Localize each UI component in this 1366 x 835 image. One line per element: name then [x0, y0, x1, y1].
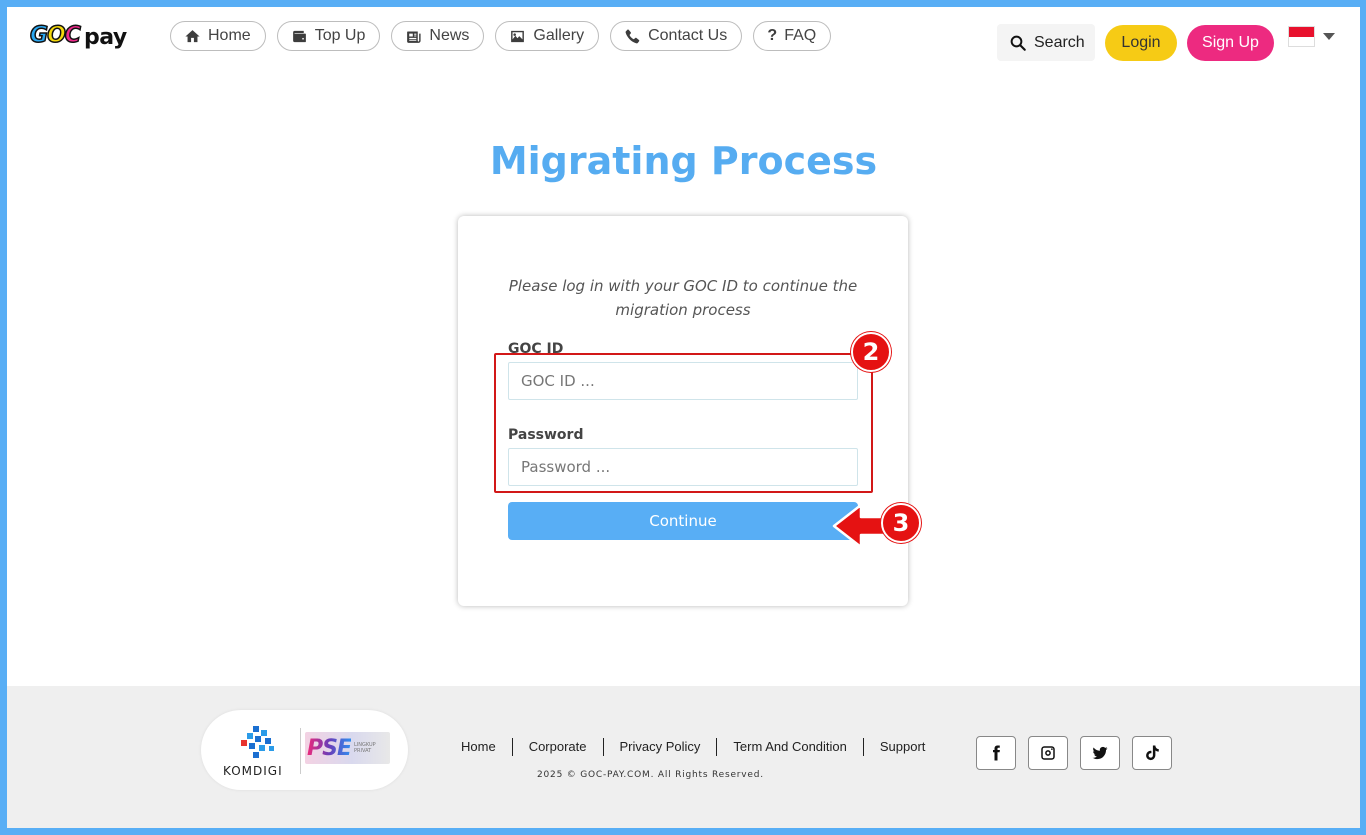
twitter-button[interactable]	[1080, 736, 1120, 770]
nav-gallery-label: Gallery	[533, 27, 585, 44]
chevron-down-icon[interactable]	[1323, 33, 1335, 40]
nav-gallery[interactable]: Gallery	[495, 21, 600, 51]
login-button[interactable]: Login	[1105, 25, 1177, 61]
pse-logo: PSE LINGKUP PRIVAT	[305, 732, 390, 764]
facebook-icon	[993, 745, 1000, 761]
intro-text: Please log in with your GOC ID to contin…	[508, 277, 858, 319]
nav-faq[interactable]: ? FAQ	[753, 21, 832, 51]
main-nav: Home Top Up News Gallery Contact Us ? FA…	[170, 21, 832, 51]
nav-contact-us-label: Contact Us	[648, 27, 728, 44]
footer-link-support[interactable]: Support	[864, 738, 942, 756]
search-label: Search	[1034, 33, 1085, 51]
step-badge-2: 2	[851, 332, 891, 372]
password-input[interactable]	[508, 448, 858, 486]
nav-home[interactable]: Home	[170, 21, 266, 51]
newspaper-icon	[407, 31, 421, 43]
page-title: Migrating Process	[489, 139, 878, 183]
tiktok-button[interactable]	[1132, 736, 1172, 770]
gocpay-logo[interactable]: GOC pay	[29, 21, 130, 55]
phone-icon	[625, 28, 640, 43]
browser-viewport: GOC pay Home Top Up News Gallery Contact…	[7, 7, 1360, 828]
continue-button[interactable]: Continue	[508, 502, 858, 540]
instagram-button[interactable]	[1028, 736, 1068, 770]
sign-up-button[interactable]: Sign Up	[1187, 25, 1274, 61]
question-icon: ?	[767, 27, 778, 44]
image-icon	[511, 30, 525, 42]
nav-news[interactable]: News	[391, 21, 485, 51]
footer-link-home[interactable]: Home	[452, 738, 513, 756]
goc-id-input[interactable]	[508, 362, 858, 400]
footer-link-corporate[interactable]: Corporate	[513, 738, 604, 756]
certification-badge: KOMDIGI PSE LINGKUP PRIVAT	[201, 710, 408, 790]
search-icon	[1010, 35, 1026, 51]
nav-home-label: Home	[208, 27, 251, 44]
nav-contact-us[interactable]: Contact Us	[610, 21, 743, 51]
twitter-icon	[1092, 746, 1108, 760]
indonesia-flag-icon[interactable]	[1288, 26, 1315, 47]
footer-link-terms[interactable]: Term And Condition	[717, 738, 864, 756]
instagram-icon	[1041, 746, 1055, 760]
facebook-button[interactable]	[976, 736, 1016, 770]
password-label: Password	[508, 427, 584, 443]
copyright-text: 2025 © GOC-PAY.COM. All Rights Reserved.	[537, 770, 764, 780]
home-icon	[185, 29, 200, 42]
nav-news-label: News	[429, 27, 470, 44]
logo-pay-text: pay	[84, 25, 127, 50]
site-footer: KOMDIGI PSE LINGKUP PRIVAT Home Corporat…	[7, 686, 1360, 828]
cert-divider	[300, 728, 301, 774]
nav-top-up-label: Top Up	[314, 27, 366, 44]
step-badge-3: 3	[881, 503, 921, 543]
komdigi-text: KOMDIGI	[223, 764, 283, 778]
pse-subtext: LINGKUP PRIVAT	[354, 742, 376, 754]
pse-text: PSE	[307, 735, 352, 761]
komdigi-logo-icon	[241, 726, 274, 758]
nav-top-up[interactable]: Top Up	[276, 21, 381, 51]
nav-faq-label: FAQ	[784, 27, 817, 44]
logo-goc-text: GOC	[29, 22, 81, 49]
footer-links: Home Corporate Privacy Policy Term And C…	[452, 738, 941, 756]
social-links	[976, 736, 1172, 770]
site-header: GOC pay Home Top Up News Gallery Contact…	[7, 7, 1360, 67]
tiktok-icon	[1146, 745, 1159, 761]
search-button[interactable]: Search	[997, 24, 1095, 61]
goc-id-label: GOC ID	[508, 341, 564, 357]
wallet-icon	[292, 30, 306, 42]
footer-link-privacy-policy[interactable]: Privacy Policy	[604, 738, 718, 756]
